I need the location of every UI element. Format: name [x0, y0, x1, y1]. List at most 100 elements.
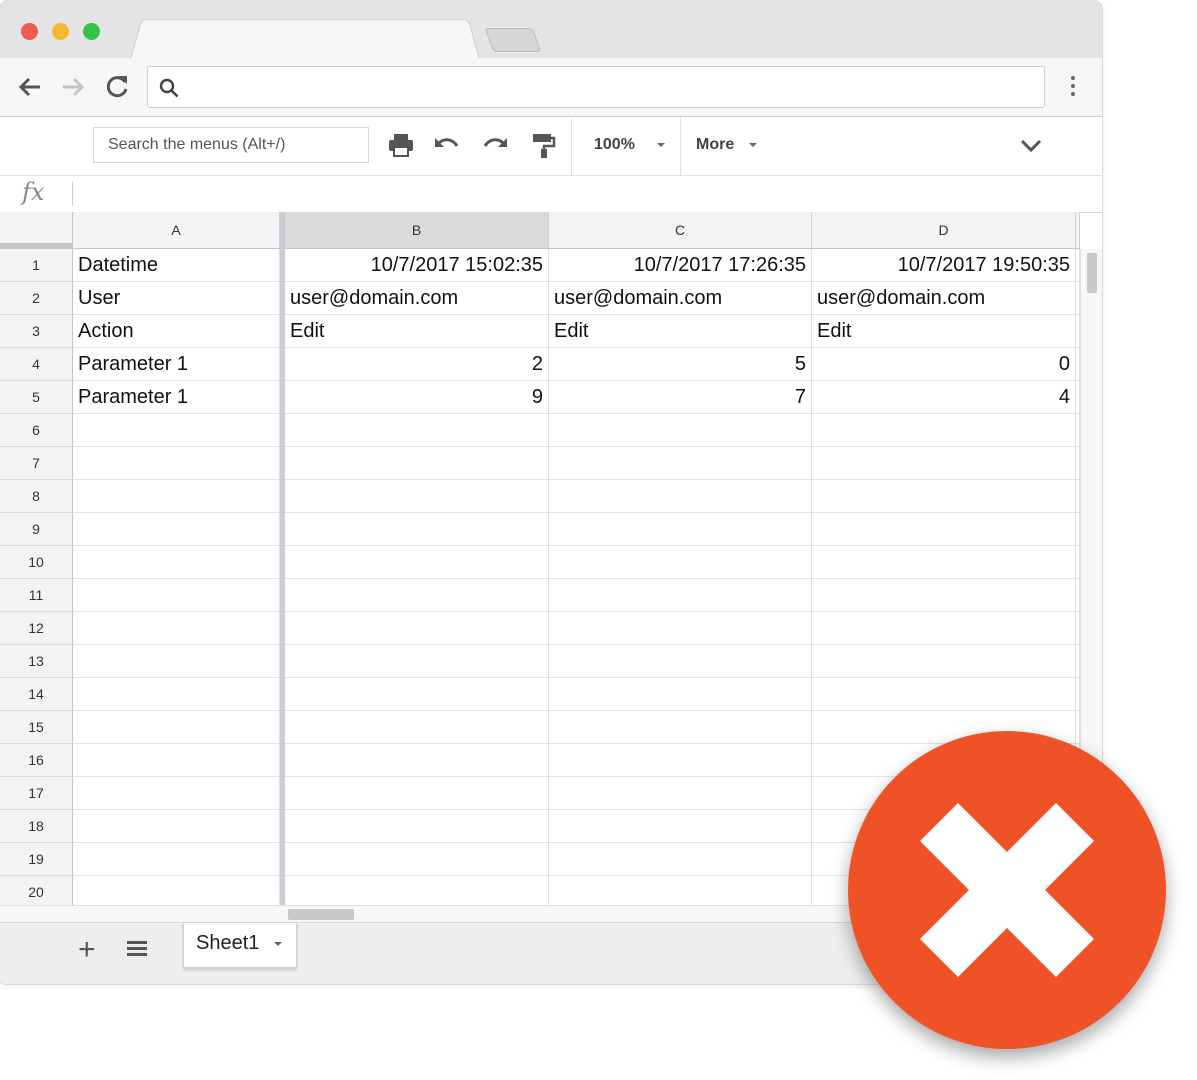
row-header[interactable]: 17 — [0, 777, 73, 810]
more-button[interactable]: More — [696, 136, 734, 154]
menu-search-input[interactable]: Search the menus (Alt+/) — [93, 127, 369, 163]
list-icon[interactable] — [127, 941, 147, 959]
cell-d3[interactable]: Edit — [812, 315, 1076, 348]
cell-d4[interactable]: 0 — [812, 348, 1076, 381]
cell-b5[interactable]: 9 — [285, 381, 549, 414]
collapse-toolbar-chevron-icon[interactable] — [1016, 130, 1046, 160]
column-header-a[interactable]: A — [73, 212, 280, 249]
cell-b2[interactable]: user@domain.com — [285, 282, 549, 315]
cell-d2[interactable]: user@domain.com — [812, 282, 1076, 315]
column-header-b[interactable]: B — [285, 212, 549, 249]
cell-a2[interactable]: User — [73, 282, 280, 315]
cell-c10[interactable] — [549, 546, 812, 579]
cell-d5[interactable]: 4 — [812, 381, 1076, 414]
row-header[interactable]: 14 — [0, 678, 73, 711]
row-header[interactable]: 5 — [0, 381, 73, 414]
vertical-scroll-thumb[interactable] — [1087, 253, 1097, 293]
reload-icon[interactable] — [102, 72, 132, 102]
row-header[interactable]: 4 — [0, 348, 73, 381]
row-header[interactable]: 11 — [0, 579, 73, 612]
cell-a1[interactable]: Datetime — [73, 249, 280, 282]
cell-c18[interactable] — [549, 810, 812, 843]
row-header[interactable]: 8 — [0, 480, 73, 513]
cell-b6[interactable] — [285, 414, 549, 447]
cell-c17[interactable] — [549, 777, 812, 810]
cell-b17[interactable] — [285, 777, 549, 810]
cell-d14[interactable] — [812, 678, 1076, 711]
cell-b11[interactable] — [285, 579, 549, 612]
cell-c8[interactable] — [549, 480, 812, 513]
cell-a10[interactable] — [73, 546, 280, 579]
cell-c15[interactable] — [549, 711, 812, 744]
horizontal-scroll-thumb[interactable] — [288, 909, 354, 920]
undo-icon[interactable] — [432, 130, 462, 160]
cell-d11[interactable] — [812, 579, 1076, 612]
cell-c3[interactable]: Edit — [549, 315, 812, 348]
new-tab-button[interactable] — [484, 28, 542, 52]
cell-d12[interactable] — [812, 612, 1076, 645]
cell-b15[interactable] — [285, 711, 549, 744]
column-header-e[interactable] — [1076, 212, 1080, 249]
cell-b3[interactable]: Edit — [285, 315, 549, 348]
cell-a9[interactable] — [73, 513, 280, 546]
cell-a19[interactable] — [73, 843, 280, 876]
row-header[interactable]: 7 — [0, 447, 73, 480]
cell-a17[interactable] — [73, 777, 280, 810]
row-header[interactable]: 10 — [0, 546, 73, 579]
cell-b18[interactable] — [285, 810, 549, 843]
cell-d10[interactable] — [812, 546, 1076, 579]
cell-c19[interactable] — [549, 843, 812, 876]
cell-b4[interactable]: 2 — [285, 348, 549, 381]
cell-c1[interactable]: 10/7/2017 17:26:35 — [549, 249, 812, 282]
close-window-button[interactable] — [21, 23, 38, 40]
plus-icon[interactable]: + — [78, 935, 96, 965]
cell-b7[interactable] — [285, 447, 549, 480]
row-header[interactable]: 13 — [0, 645, 73, 678]
cell-a14[interactable] — [73, 678, 280, 711]
cell-c12[interactable] — [549, 612, 812, 645]
row-header[interactable]: 18 — [0, 810, 73, 843]
cell-d7[interactable] — [812, 447, 1076, 480]
cell-d9[interactable] — [812, 513, 1076, 546]
cell-a13[interactable] — [73, 645, 280, 678]
cell-b14[interactable] — [285, 678, 549, 711]
cell-d13[interactable] — [812, 645, 1076, 678]
arrow-left-icon[interactable] — [15, 72, 45, 102]
cell-c6[interactable] — [549, 414, 812, 447]
row-header[interactable]: 9 — [0, 513, 73, 546]
cell-d1[interactable]: 10/7/2017 19:50:35 — [812, 249, 1076, 282]
cell-a8[interactable] — [73, 480, 280, 513]
address-bar[interactable] — [147, 66, 1045, 108]
row-header[interactable]: 2 — [0, 282, 73, 315]
browser-tab[interactable] — [130, 18, 480, 60]
cell-c7[interactable] — [549, 447, 812, 480]
row-header[interactable]: 12 — [0, 612, 73, 645]
row-header[interactable]: 3 — [0, 315, 73, 348]
cell-b16[interactable] — [285, 744, 549, 777]
redo-icon[interactable] — [480, 130, 510, 160]
kebab-menu-icon[interactable] — [1066, 76, 1080, 100]
cell-a18[interactable] — [73, 810, 280, 843]
cell-b1[interactable]: 10/7/2017 15:02:35 — [285, 249, 549, 282]
cell-a7[interactable] — [73, 447, 280, 480]
minimize-window-button[interactable] — [52, 23, 69, 40]
cell-c16[interactable] — [549, 744, 812, 777]
paint-format-icon[interactable] — [528, 130, 558, 160]
maximize-window-button[interactable] — [83, 23, 100, 40]
cell-c14[interactable] — [549, 678, 812, 711]
cell-c13[interactable] — [549, 645, 812, 678]
cell-d8[interactable] — [812, 480, 1076, 513]
cell-c2[interactable]: user@domain.com — [549, 282, 812, 315]
cell-c9[interactable] — [549, 513, 812, 546]
zoom-select[interactable]: 100% — [594, 136, 635, 154]
column-header-d[interactable]: D — [812, 212, 1076, 249]
cell-b9[interactable] — [285, 513, 549, 546]
cell-b10[interactable] — [285, 546, 549, 579]
cell-b19[interactable] — [285, 843, 549, 876]
cell-a11[interactable] — [73, 579, 280, 612]
chevron-down-icon[interactable] — [274, 942, 282, 946]
cell-a12[interactable] — [73, 612, 280, 645]
select-all-corner[interactable] — [0, 212, 73, 249]
cell-a5[interactable]: Parameter 1 — [73, 381, 280, 414]
cell-c11[interactable] — [549, 579, 812, 612]
